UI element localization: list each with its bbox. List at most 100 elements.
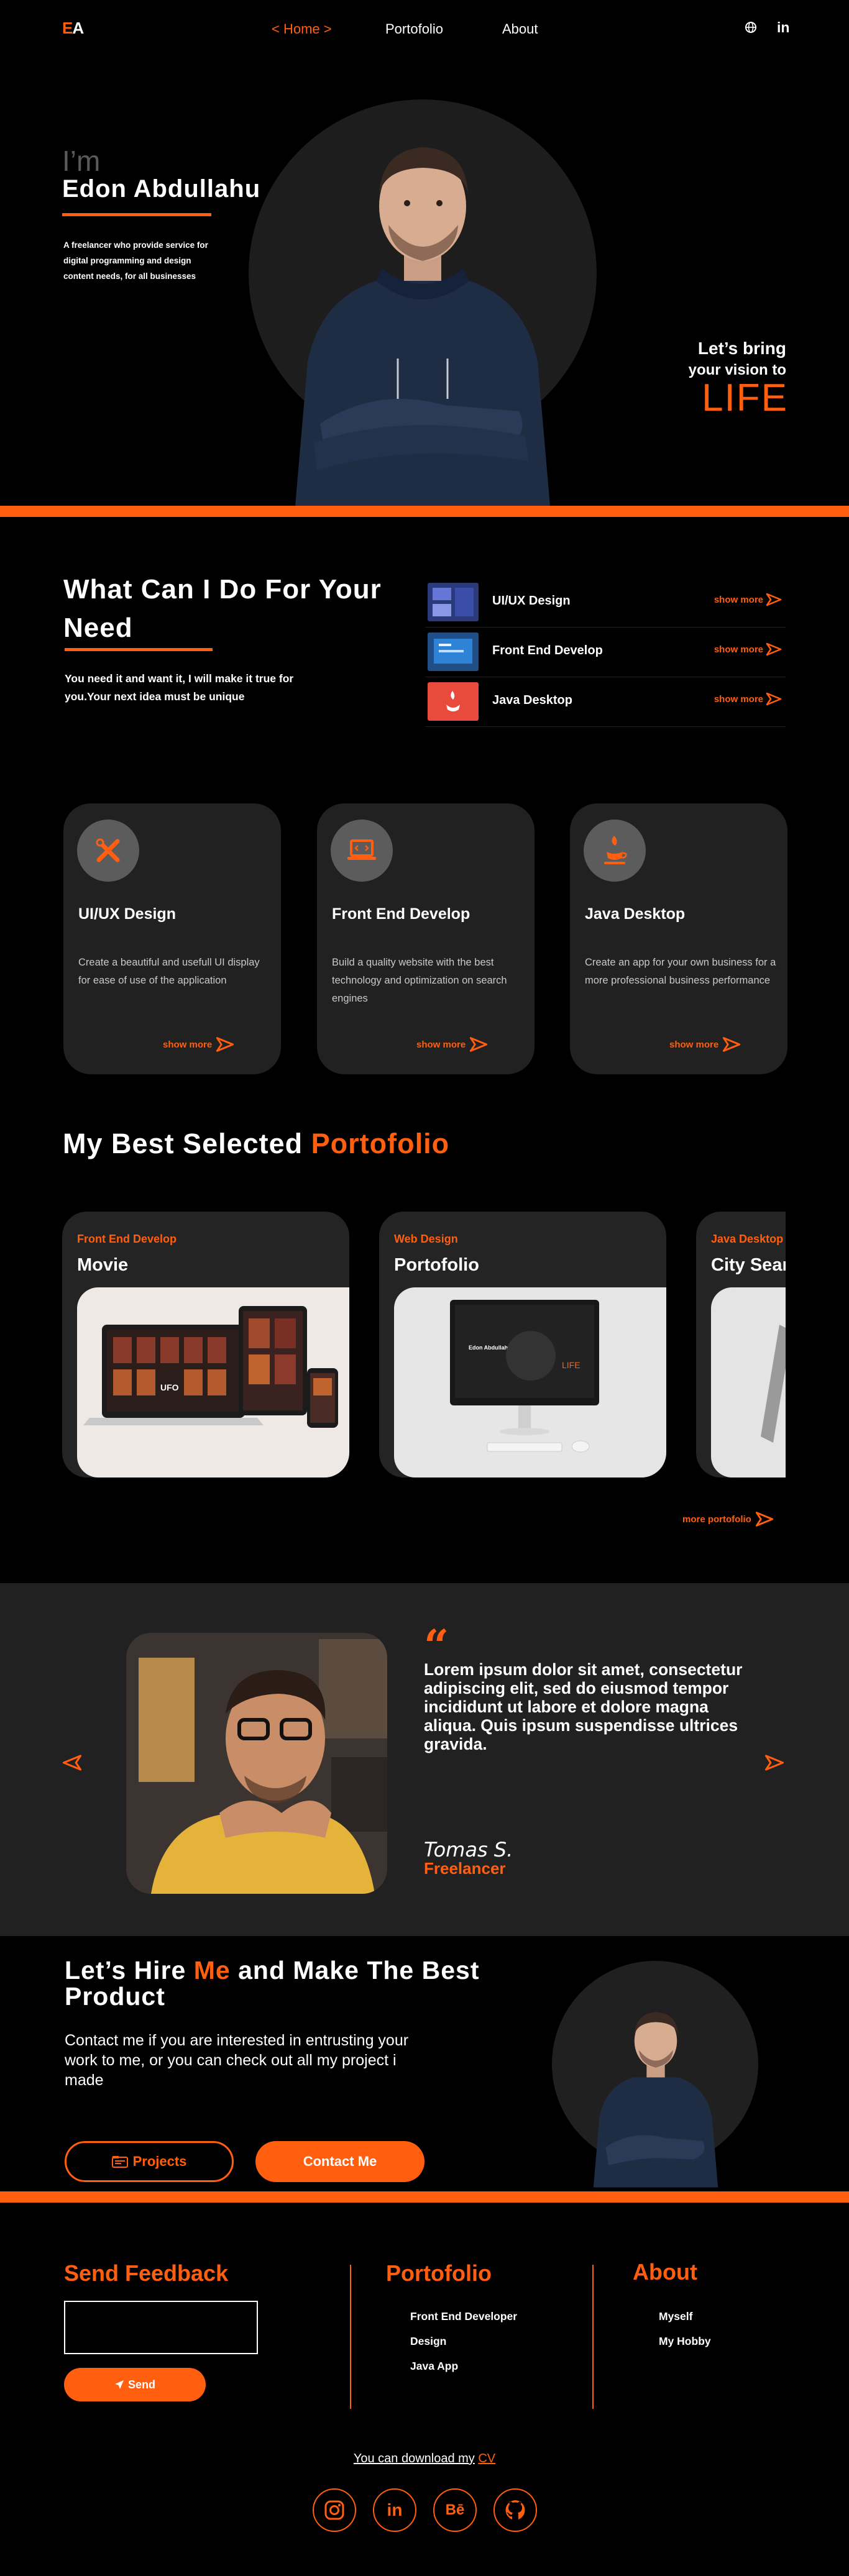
footer-link[interactable]: Java App xyxy=(410,2360,458,2373)
portfolio-category: Web Design xyxy=(394,1233,458,1245)
show-more-link[interactable]: show more xyxy=(714,642,782,656)
service-card-frontend: Front End Develop Build a quality websit… xyxy=(317,803,535,1074)
vision-life: LIFE xyxy=(702,377,788,419)
linkedin-icon[interactable]: in xyxy=(373,2488,416,2532)
footer-divider xyxy=(592,2265,594,2409)
hero-underline xyxy=(62,213,211,216)
instagram-icon[interactable] xyxy=(313,2488,356,2532)
service-row-uiux[interactable]: UI/UX Design show more xyxy=(425,578,786,628)
testimonial-name: Tomas S. xyxy=(424,1838,513,1861)
arrow-right-icon xyxy=(723,1037,741,1052)
service-name: Java Desktop xyxy=(492,693,572,707)
feedback-title: Send Feedback xyxy=(64,2260,229,2286)
card-title: UI/UX Design xyxy=(78,905,176,923)
java-cup-icon xyxy=(584,820,646,882)
arrow-right-icon xyxy=(766,692,782,706)
logo[interactable]: EA xyxy=(62,19,84,38)
services-description: You need it and want it, I will make it … xyxy=(65,672,294,703)
vision-line-1: Let’s bring xyxy=(697,339,786,358)
movie-mockup-image: UFO xyxy=(77,1287,349,1478)
portfolio-carousel[interactable]: Front End Develop Movie UFO Web Design P… xyxy=(62,1212,786,1479)
more-portfolio-link[interactable]: more portofolio xyxy=(682,1511,774,1527)
service-card-java: Java Desktop Create an app for your own … xyxy=(570,803,787,1074)
footer-orange-divider xyxy=(0,2191,849,2203)
show-more-link[interactable]: show more xyxy=(163,1036,234,1053)
carousel-next-icon[interactable] xyxy=(764,1753,784,1775)
card-description: Build a quality website with the best te… xyxy=(332,957,507,1004)
testimonial-photo xyxy=(126,1633,387,1894)
hero-portrait xyxy=(283,113,562,509)
portfolio-category: Front End Develop xyxy=(77,1233,177,1245)
hire-description: Contact me if you are interested in entr… xyxy=(65,2032,409,2089)
footer-link[interactable]: Myself xyxy=(659,2310,692,2323)
nav-about[interactable]: About xyxy=(502,21,538,37)
card-title: Front End Develop xyxy=(332,905,470,923)
linkedin-nav-icon[interactable]: in xyxy=(777,19,789,36)
portfolio-category: Java Desktop xyxy=(711,1233,784,1245)
nav-home[interactable]: < Home > xyxy=(272,21,332,37)
hero-orange-divider xyxy=(0,506,849,517)
show-more-link[interactable]: show more xyxy=(669,1036,741,1053)
footer-link[interactable]: Front End Developer xyxy=(410,2310,517,2323)
portfolio-card-portfolio[interactable]: Web Design Portofolio Edon Abdullahu LIF… xyxy=(379,1212,666,1478)
card-title: Java Desktop xyxy=(585,905,686,923)
footer-portfolio-title: Portofolio xyxy=(386,2260,492,2286)
testimonial-role: Freelancer xyxy=(424,1859,506,1878)
folder-icon xyxy=(111,2156,128,2168)
city-search-mockup-image xyxy=(711,1287,786,1478)
projects-button[interactable]: Projects xyxy=(65,2141,234,2182)
service-row-java[interactable]: Java Desktop show more xyxy=(425,677,786,727)
arrow-right-icon xyxy=(470,1037,488,1052)
send-button[interactable]: Send xyxy=(64,2368,206,2401)
arrow-right-icon xyxy=(766,642,782,656)
hero-intro: I’m xyxy=(62,145,101,177)
arrow-right-icon xyxy=(755,1512,773,1527)
service-card-uiux: UI/UX Design Create a beautiful and usef… xyxy=(63,803,281,1074)
frontend-thumbnail xyxy=(428,633,479,671)
service-name: Front End Develop xyxy=(492,644,603,657)
portfolio-card-city-search[interactable]: Java Desktop City Search xyxy=(696,1212,786,1478)
mockup-name-text: Edon Abdullahu xyxy=(469,1345,512,1351)
service-row-frontend[interactable]: Front End Develop show more xyxy=(425,628,786,677)
footer-link[interactable]: Design xyxy=(410,2335,446,2348)
uiux-thumbnail xyxy=(428,583,479,621)
behance-icon[interactable]: Bē xyxy=(433,2488,477,2532)
send-icon xyxy=(114,2380,124,2389)
arrow-right-icon xyxy=(766,593,782,606)
hero-description: A freelancer who provide service for dig… xyxy=(63,240,208,281)
java-thumbnail xyxy=(428,682,479,721)
show-more-link[interactable]: show more xyxy=(714,593,782,606)
portfolio-mockup-image: Edon Abdullahu LIFE xyxy=(394,1287,666,1478)
nav-portfolio[interactable]: Portofolio xyxy=(385,21,443,37)
contact-me-button[interactable]: Contact Me xyxy=(255,2141,424,2182)
footer-about-title: About xyxy=(633,2259,697,2285)
mockup-life-text: LIFE xyxy=(562,1360,581,1370)
code-laptop-icon xyxy=(331,820,393,882)
footer-divider xyxy=(350,2265,351,2409)
portfolio-card-movie[interactable]: Front End Develop Movie UFO xyxy=(62,1212,349,1478)
feedback-input[interactable] xyxy=(64,2301,258,2354)
show-more-link[interactable]: show more xyxy=(416,1036,488,1053)
design-tools-icon xyxy=(77,820,139,882)
hero-name: Edon Abdullahu xyxy=(62,175,261,203)
portfolio-name: Portofolio xyxy=(394,1255,479,1275)
card-description: Create a beautiful and usefull UI displa… xyxy=(78,957,260,986)
service-name: UI/UX Design xyxy=(492,594,571,608)
services-title: What Can I Do For Your Need xyxy=(63,574,382,643)
globe-icon[interactable] xyxy=(745,21,757,37)
portfolio-title: My Best Selected Portofolio xyxy=(63,1128,450,1159)
portfolio-name: City Search xyxy=(711,1255,786,1275)
portfolio-name: Movie xyxy=(77,1255,129,1275)
carousel-prev-icon[interactable] xyxy=(62,1753,82,1775)
footer-link[interactable]: My Hobby xyxy=(659,2335,711,2348)
hire-title: Let’s Hire Me and Make The Best Product xyxy=(65,1956,480,2011)
show-more-link[interactable]: show more xyxy=(714,692,782,706)
cv-link[interactable]: CV xyxy=(478,2452,495,2465)
card-description: Create an app for your own business for … xyxy=(585,957,776,986)
github-icon[interactable] xyxy=(493,2488,537,2532)
arrow-right-icon xyxy=(216,1037,234,1052)
cv-download: You can download my CV xyxy=(353,2452,496,2465)
services-underline xyxy=(65,648,213,651)
hire-portrait xyxy=(587,1994,724,2191)
testimonial-text: Lorem ipsum dolor sit amet, consectetur … xyxy=(424,1660,743,1753)
